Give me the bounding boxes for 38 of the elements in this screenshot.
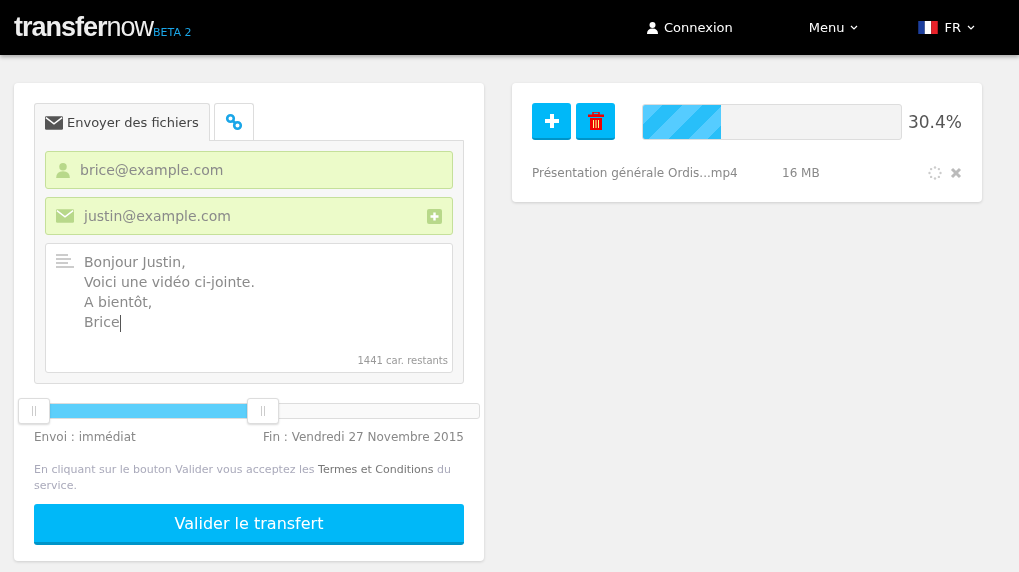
plus-icon (543, 112, 560, 129)
file-size: 16 MB (782, 166, 820, 180)
slider-handle[interactable] (246, 398, 279, 424)
logo-text-light: now (106, 14, 154, 41)
terms-link[interactable]: Termes et Conditions (318, 463, 434, 476)
delete-button[interactable] (576, 103, 615, 140)
add-icon[interactable] (427, 208, 442, 224)
envelope-icon (56, 209, 74, 223)
envelope-icon (45, 115, 63, 130)
beta-label: BETA 2 (153, 26, 192, 39)
end-label: Fin : Vendredi 27 Novembre 2015 (263, 430, 464, 444)
message-field[interactable]: Bonjour Justin, Voici une vidéo ci-jointe. A bientôt, Brice 1441 car. restants (45, 243, 453, 373)
nav-item[interactable]: Connexion (647, 20, 733, 35)
slider-handle[interactable] (18, 398, 50, 424)
add-button[interactable] (532, 103, 571, 140)
file-name: Présentation générale Ordis...mp4 (532, 166, 739, 180)
link-icon (224, 113, 243, 131)
close-icon[interactable] (950, 167, 962, 179)
tab[interactable] (213, 103, 254, 140)
chevron-down-icon (850, 25, 859, 30)
nav-item[interactable]: Menu (808, 20, 859, 35)
character-counter: 1441 car. restants (357, 355, 448, 366)
spinner-icon (928, 166, 942, 180)
user-icon (56, 162, 70, 178)
flag-icon (918, 21, 939, 34)
logo-text: transfer (14, 14, 107, 41)
sender-field[interactable]: brice@example.com (45, 151, 453, 189)
nav-item[interactable]: FR (918, 20, 975, 35)
progress-percent: 30.4% (908, 111, 962, 132)
trash-icon (587, 111, 604, 130)
user-icon (647, 21, 658, 34)
terms-text: En cliquant sur le bouton Valider vous acceptez les Termes et Conditions du service. (34, 462, 452, 494)
chevron-down-icon (967, 25, 975, 30)
text-lines-icon (56, 254, 74, 268)
tab[interactable]: Envoyer des fichiers (34, 103, 210, 141)
range-slider[interactable] (18, 398, 480, 424)
start-label: Envoi : immédiat (34, 430, 136, 444)
recipient-field[interactable]: justin@example.com (45, 197, 453, 235)
